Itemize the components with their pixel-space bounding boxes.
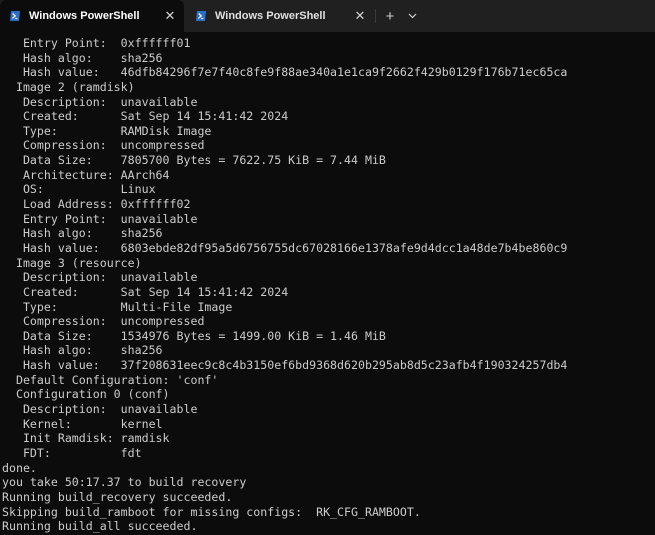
terminal-output[interactable]: Entry Point: 0xffffff01 Hash algo: sha25… <box>0 36 655 535</box>
terminal-line: Architecture: AArch64 <box>2 167 170 182</box>
terminal-line: OS: Linux <box>2 182 156 197</box>
terminal-line: Image 2 (ramdisk) <box>2 79 135 94</box>
terminal-line: Image 3 (resource) <box>2 255 142 270</box>
terminal-line: Default Configuration: 'conf' <box>2 372 219 387</box>
terminal-line: Description: unavailable <box>2 270 198 285</box>
tab-title: Windows PowerShell <box>29 10 140 22</box>
terminal-line: Hash value: 46dfb84296f7e7f40c8fe9f88ae3… <box>2 65 568 80</box>
terminal-window: Windows PowerShell ✕ Windows PowerShell … <box>0 0 655 535</box>
terminal-line: Hash algo: sha256 <box>2 343 163 358</box>
tab-powershell-2[interactable]: Windows PowerShell ✕ <box>186 0 374 32</box>
terminal-line: Created: Sat Sep 14 15:41:42 2024 <box>2 109 289 124</box>
terminal-line: Description: unavailable <box>2 94 198 109</box>
tab-title: Windows PowerShell <box>215 10 326 22</box>
terminal-line: Init Ramdisk: ramdisk <box>2 431 170 446</box>
terminal-line: Hash value: 37f208631eec9c8c4b3150ef6bd9… <box>2 358 568 373</box>
terminal-line: Hash algo: sha256 <box>2 226 163 241</box>
terminal-line: Compression: uncompressed <box>2 314 205 329</box>
tab-separator <box>375 9 376 23</box>
chevron-down-icon[interactable] <box>403 6 421 26</box>
tab-bar: Windows PowerShell ✕ Windows PowerShell … <box>0 0 655 32</box>
new-tab-button[interactable]: + <box>380 6 400 26</box>
terminal-line: Type: RAMDisk Image <box>2 123 212 138</box>
terminal-line: Description: unavailable <box>2 402 198 417</box>
powershell-icon <box>9 10 21 22</box>
terminal-line: Skipping build_ramboot for missing confi… <box>2 504 421 519</box>
terminal-line: Running build_all succeeded. <box>2 519 198 534</box>
terminal-line: Kernel: kernel <box>2 416 163 431</box>
terminal-line: you take 50:17.37 to build recovery <box>2 475 247 490</box>
terminal-line: Created: Sat Sep 14 15:41:42 2024 <box>2 284 289 299</box>
terminal-line: Data Size: 1534976 Bytes = 1499.00 KiB =… <box>2 328 386 343</box>
terminal-line: Hash value: 6803ebde82df95a5d6756755dc67… <box>2 240 568 255</box>
tab-powershell-1[interactable]: Windows PowerShell ✕ <box>0 0 184 32</box>
close-tab-icon[interactable]: ✕ <box>350 6 370 26</box>
terminal-line: Data Size: 7805700 Bytes = 7622.75 KiB =… <box>2 153 386 168</box>
terminal-line: Configuration 0 (conf) <box>2 387 170 402</box>
terminal-line: Running build_recovery succeeded. <box>2 489 233 504</box>
terminal-line: Type: Multi-File Image <box>2 299 233 314</box>
terminal-line: Entry Point: unavailable <box>2 211 198 226</box>
terminal-line: Entry Point: 0xffffff01 <box>2 36 191 50</box>
terminal-line: Compression: uncompressed <box>2 138 205 153</box>
terminal-line: FDT: fdt <box>2 445 142 460</box>
terminal-line: Hash algo: sha256 <box>2 50 163 65</box>
terminal-line: Load Address: 0xffffff02 <box>2 197 191 212</box>
powershell-icon <box>195 10 207 22</box>
terminal-line: done. <box>2 460 37 475</box>
close-tab-icon[interactable]: ✕ <box>160 6 180 26</box>
